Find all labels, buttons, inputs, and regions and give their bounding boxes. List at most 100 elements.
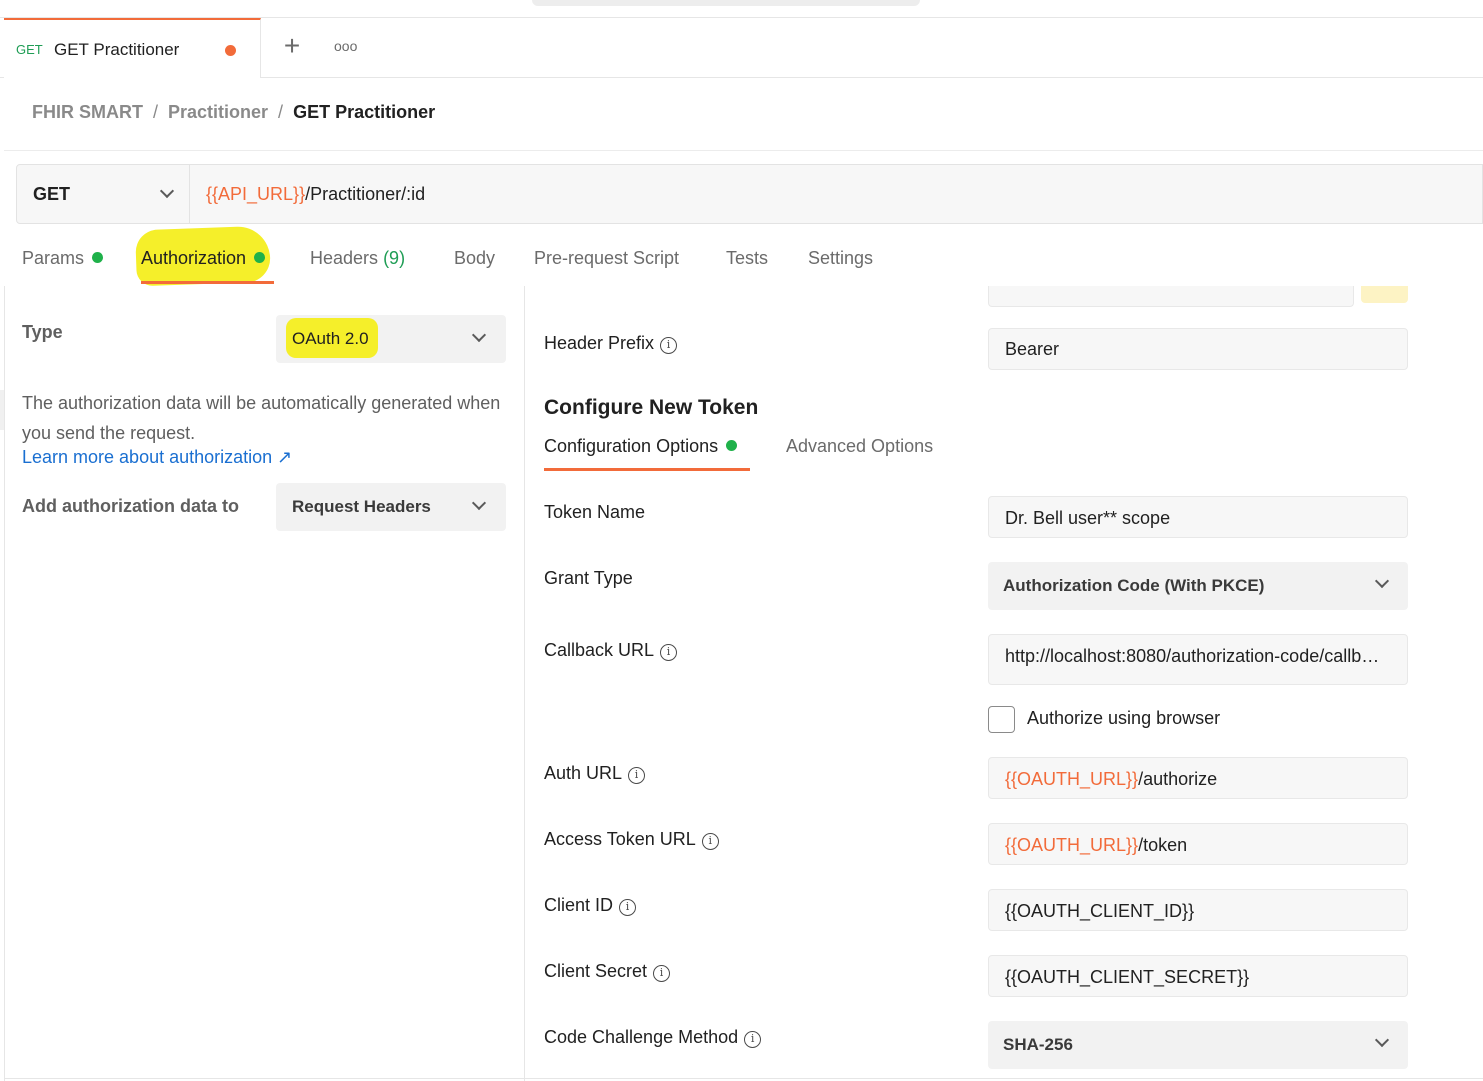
info-icon[interactable]: i <box>653 965 671 982</box>
status-dot <box>726 440 738 451</box>
header-prefix-text: Header Prefix <box>544 333 655 353</box>
tab-authorization[interactable]: Authorization <box>141 248 266 269</box>
available-token-field[interactable] <box>988 286 1354 307</box>
chevron-down-icon <box>1374 1032 1390 1048</box>
breadcrumb-request[interactable]: GET Practitioner <box>293 102 435 122</box>
client-secret-input[interactable]: {{OAUTH_CLIENT_SECRET}} <box>988 955 1408 997</box>
learn-more-link[interactable]: Learn more about authorization ↗ <box>22 447 292 468</box>
ellipsis-icon[interactable]: ooo <box>334 36 360 56</box>
tab-body[interactable]: Body <box>454 248 495 269</box>
token-name-label: Token Name <box>544 502 646 522</box>
auth-type-select[interactable]: OAuth 2.0 <box>276 315 506 363</box>
header-prefix-value: Bearer <box>1005 339 1060 359</box>
tab-params-label: Params <box>22 248 85 268</box>
breadcrumb-separator: / <box>278 102 284 122</box>
tab-configuration-options[interactable]: Configuration Options <box>544 436 738 457</box>
divider <box>4 1078 1483 1079</box>
authorize-browser-checkbox[interactable] <box>988 706 1015 733</box>
info-icon[interactable]: i <box>660 337 678 354</box>
headers-count: (9) <box>383 248 406 268</box>
active-tab-indicator <box>544 468 750 471</box>
access-token-url-path: /token <box>1138 835 1188 855</box>
client-id-label: Client ID i <box>544 895 637 916</box>
request-tab[interactable]: GET GET Practitioner <box>4 18 261 78</box>
tab-params[interactable]: Params <box>22 248 104 269</box>
auth-url-label: Auth URL i <box>544 763 646 784</box>
code-challenge-text: Code Challenge Method <box>544 1027 739 1047</box>
info-icon[interactable]: i <box>619 899 637 916</box>
token-search-button[interactable] <box>1361 286 1408 303</box>
window-top-strip <box>0 0 1483 18</box>
grant-type-label: Grant Type <box>544 568 633 588</box>
access-token-url-variable: {{OAUTH_URL}} <box>1005 835 1139 855</box>
tab-title: GET Practitioner <box>54 40 180 59</box>
info-icon[interactable]: i <box>660 644 678 661</box>
tab-configuration-options-label: Configuration Options <box>544 436 719 456</box>
token-name-value: Dr. Bell user** scope <box>1005 508 1171 528</box>
header-prefix-label: Header Prefix i <box>544 333 678 354</box>
client-secret-label: Client Secret i <box>544 961 671 982</box>
header-prefix-input[interactable]: Bearer <box>988 328 1408 370</box>
breadcrumb-folder[interactable]: Practitioner <box>168 102 268 122</box>
auth-url-path: /authorize <box>1138 769 1218 789</box>
breadcrumb-collection[interactable]: FHIR SMART <box>32 102 143 122</box>
client-id-value: {{OAUTH_CLIENT_ID}} <box>1005 901 1195 921</box>
configure-token-title: Configure New Token <box>544 396 759 419</box>
auth-type-value: OAuth 2.0 <box>292 329 369 348</box>
plus-icon[interactable]: + <box>280 32 304 60</box>
search-bar-stub[interactable] <box>532 0 920 6</box>
tab-advanced-options[interactable]: Advanced Options <box>786 436 933 457</box>
breadcrumb-separator: / <box>153 102 159 122</box>
info-icon[interactable]: i <box>744 1031 762 1048</box>
callback-url-input[interactable]: http://localhost:8080/authorization-code… <box>988 634 1408 685</box>
type-label: Type <box>22 322 63 342</box>
callback-url-text: Callback URL <box>544 640 655 660</box>
grant-type-select[interactable]: Authorization Code (With PKCE) <box>988 562 1408 610</box>
client-secret-value: {{OAUTH_CLIENT_SECRET}} <box>1005 967 1250 987</box>
request-tab-bar: GET GET Practitioner + ooo <box>0 18 1483 78</box>
active-tab-indicator <box>141 281 274 284</box>
code-challenge-label: Code Challenge Method i <box>544 1027 762 1048</box>
tab-headers-label: Headers <box>310 248 379 268</box>
tab-tests[interactable]: Tests <box>726 248 768 269</box>
access-token-url-text: Access Token URL <box>544 829 696 849</box>
info-icon[interactable]: i <box>628 767 646 784</box>
info-icon[interactable]: i <box>701 833 719 850</box>
request-url-bar: GET {{API_URL}}/Practitioner/:id <box>16 164 1483 224</box>
chevron-down-icon <box>471 327 487 343</box>
client-id-input[interactable]: {{OAUTH_CLIENT_ID}} <box>988 889 1408 931</box>
breadcrumb: FHIR SMART / Practitioner / GET Practitioner <box>32 102 435 123</box>
tab-headers[interactable]: Headers (9) <box>310 248 405 269</box>
client-secret-text: Client Secret <box>544 961 648 981</box>
url-path: /Practitioner/:id <box>305 184 426 204</box>
add-auth-data-label: Add authorization data to <box>22 496 239 516</box>
authorize-browser-label: Authorize using browser <box>1027 708 1221 728</box>
method-select[interactable]: GET <box>17 165 190 223</box>
divider <box>4 286 5 1081</box>
request-subtabs: Params Authorization Headers (9) Body Pr… <box>0 240 1483 286</box>
token-name-input[interactable]: Dr. Bell user** scope <box>988 496 1408 538</box>
auth-url-variable: {{OAUTH_URL}} <box>1005 769 1139 789</box>
chevron-down-icon <box>471 495 487 511</box>
status-dot <box>254 252 266 263</box>
auth-url-text: Auth URL <box>544 763 623 783</box>
status-dot <box>92 252 104 263</box>
client-id-text: Client ID <box>544 895 614 915</box>
tab-settings[interactable]: Settings <box>808 248 873 269</box>
add-auth-data-select[interactable]: Request Headers <box>276 483 506 531</box>
auth-url-input[interactable]: {{OAUTH_URL}}/authorize <box>988 757 1408 799</box>
method-value: GET <box>33 184 71 204</box>
access-token-url-label: Access Token URL i <box>544 829 719 850</box>
panel-resize-handle[interactable] <box>0 390 4 430</box>
code-challenge-select[interactable]: SHA-256 <box>988 1021 1408 1069</box>
unsaved-indicator-dot <box>225 45 236 56</box>
tab-method-label: GET <box>16 42 43 57</box>
access-token-url-input[interactable]: {{OAUTH_URL}}/token <box>988 823 1408 865</box>
add-auth-data-value: Request Headers <box>292 497 431 516</box>
url-input[interactable]: {{API_URL}}/Practitioner/:id <box>206 184 425 205</box>
panel-divider[interactable] <box>524 286 525 1081</box>
callback-url-label: Callback URL i <box>544 640 678 661</box>
code-challenge-value: SHA-256 <box>1003 1035 1073 1054</box>
tab-prerequest-script[interactable]: Pre-request Script <box>534 248 679 269</box>
divider <box>4 150 1483 151</box>
